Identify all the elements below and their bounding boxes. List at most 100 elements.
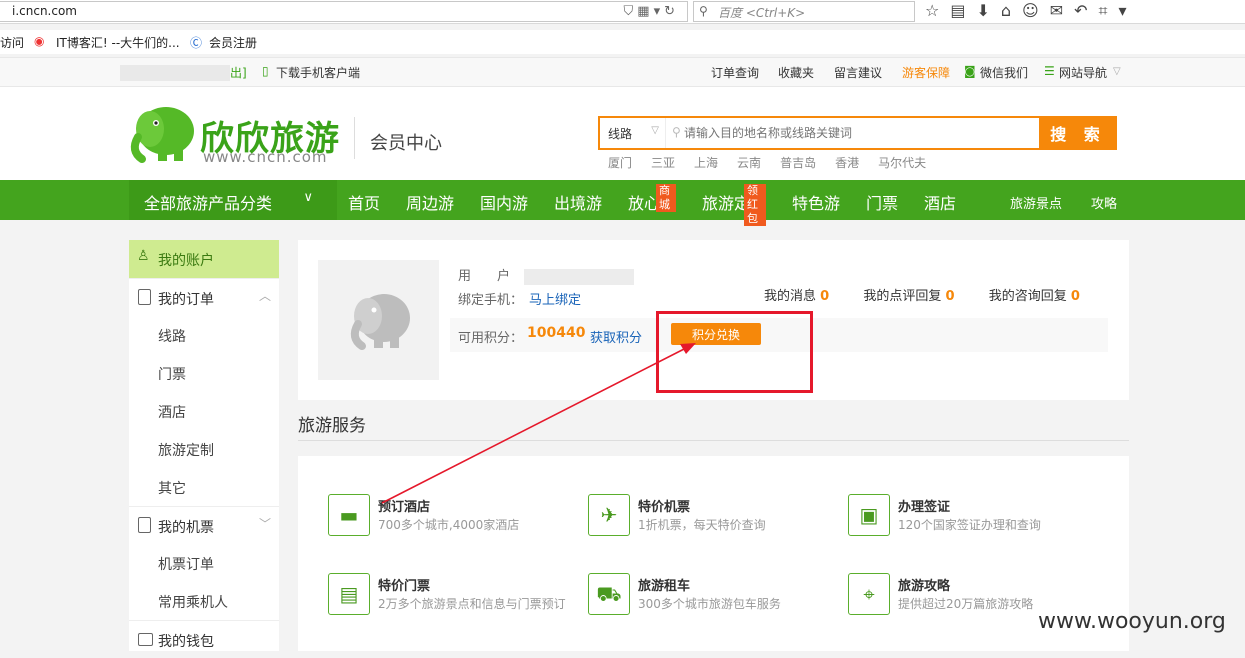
star-icon[interactable]: ☆ bbox=[925, 1, 950, 20]
logo-divider bbox=[354, 117, 355, 159]
my-messages-link[interactable]: 我的消息 0 bbox=[764, 289, 829, 304]
ticket-icon: ✈ bbox=[588, 494, 630, 536]
undo-icon[interactable]: ↶ bbox=[1074, 1, 1098, 20]
service-car[interactable]: ⛟ 旅游租车 300多个城市旅游包车服务 bbox=[588, 573, 828, 619]
dropdown-icon: ▾ bbox=[653, 4, 665, 19]
site-header: 欣欣旅游 www.cncn.com 会员中心 线路 ▽ ⚲ 搜 索 厦门三亚上海… bbox=[0, 87, 1245, 180]
watermark: www.wooyun.org bbox=[1038, 609, 1226, 634]
bookmark-item[interactable]: IT博客汇! --大牛们的... bbox=[56, 34, 180, 51]
messages-count: 0 bbox=[820, 289, 830, 304]
nav-item-hotel[interactable]: 酒店 bbox=[924, 190, 956, 214]
service-desc: 700多个城市,4000家酒店 bbox=[378, 518, 520, 532]
hot-city-link[interactable]: 上海 bbox=[694, 156, 718, 170]
download-icon[interactable]: ⬇ bbox=[976, 1, 1000, 20]
sidebar-item-flights[interactable]: 我的机票 ﹀ bbox=[129, 506, 279, 544]
address-bar[interactable]: i.cncn.com ⛉▦▾↻ bbox=[0, 1, 688, 22]
elephant-logo-icon[interactable] bbox=[128, 101, 198, 165]
download-app-link[interactable]: 下载手机客户端 bbox=[276, 64, 360, 81]
nav-item-nearby[interactable]: 周边游 bbox=[406, 190, 454, 214]
car-icon: ⛟ bbox=[588, 573, 630, 615]
clipboard-icon bbox=[138, 289, 151, 305]
sidebar-subitem-other[interactable]: 其它 bbox=[129, 468, 279, 506]
nav-category-dropdown[interactable]: 全部旅游产品分类 ∨ bbox=[129, 180, 337, 220]
browser-toolbar-icons: ☆▤⬇⌂☺✉↶⌗▾ bbox=[925, 1, 1138, 21]
my-review-replies-link[interactable]: 我的点评回复 0 bbox=[863, 289, 954, 304]
nav-item-attractions[interactable]: 旅游景点 bbox=[1010, 193, 1062, 212]
sidebar-item-label: 我的机票 bbox=[158, 520, 214, 536]
sidebar-subitem-route[interactable]: 线路 bbox=[129, 316, 279, 354]
smile-icon[interactable]: ☺ bbox=[1022, 1, 1050, 20]
home-icon[interactable]: ⌂ bbox=[1001, 1, 1022, 20]
list-icon: ☰ bbox=[1044, 64, 1055, 78]
logo-domain: www.cncn.com bbox=[203, 148, 328, 166]
service-flight[interactable]: ✈ 特价机票 1折机票，每天特价查询 bbox=[588, 494, 828, 540]
service-ticket[interactable]: ▤ 特价门票 2万多个旅游景点和信息与门票预订 bbox=[328, 573, 568, 619]
order-query-link[interactable]: 订单查询 bbox=[711, 64, 759, 81]
menu-icon[interactable]: ▾ bbox=[1119, 1, 1138, 20]
search-button[interactable]: 搜 索 bbox=[1039, 116, 1117, 150]
browser-toolbar: i.cncn.com ⛉▦▾↻ ⚲ 百度 <Ctrl+K> ☆▤⬇⌂☺✉↶⌗▾ bbox=[0, 0, 1245, 24]
search-input[interactable] bbox=[668, 118, 1038, 148]
user-icon: ♙ bbox=[137, 248, 150, 264]
sidebar-subitem-label: 门票 bbox=[158, 367, 186, 383]
service-hotel[interactable]: ▬ 预订酒店 700多个城市,4000家酒店 bbox=[328, 494, 568, 540]
elephant-avatar-icon bbox=[350, 294, 410, 350]
hot-city-link[interactable]: 云南 bbox=[737, 156, 761, 170]
sidebar-subitem-hotel[interactable]: 酒店 bbox=[129, 392, 279, 430]
get-points-link[interactable]: 获取积分 bbox=[590, 327, 642, 346]
feedback-link[interactable]: 留言建议 bbox=[834, 64, 882, 81]
nav-item-outbound[interactable]: 出境游 bbox=[554, 190, 602, 214]
browser-search-box[interactable]: ⚲ 百度 <Ctrl+K> bbox=[693, 1, 915, 22]
sidebar-item-account[interactable]: ♙ 我的账户 bbox=[129, 240, 279, 278]
phone-icon: ▯ bbox=[262, 64, 269, 78]
favorites-link[interactable]: 收藏夹 bbox=[778, 64, 814, 81]
search-type-select[interactable]: 线路 ▽ bbox=[600, 118, 666, 148]
bookmark-item[interactable]: 会员注册 bbox=[209, 34, 257, 51]
sidebar-subitem-ticket[interactable]: 门票 bbox=[129, 354, 279, 392]
service-desc: 1折机票，每天特价查询 bbox=[638, 518, 766, 532]
services-divider bbox=[298, 440, 1129, 441]
sidebar: ♙ 我的账户 我的订单 ︿ 线路 门票 酒店 旅游定制 其它 我的机票 ﹀ 机票… bbox=[129, 240, 279, 651]
chat-icon[interactable]: ✉ bbox=[1050, 1, 1074, 20]
bind-phone-link[interactable]: 马上绑定 bbox=[529, 293, 581, 308]
chevron-down-icon: ﹀ bbox=[258, 517, 271, 531]
site-nav-link[interactable]: 网站导航 bbox=[1059, 64, 1107, 81]
hot-city-link[interactable]: 三亚 bbox=[651, 156, 675, 170]
sidebar-item-label: 我的账户 bbox=[158, 253, 214, 269]
guarantee-link[interactable]: 游客保障 bbox=[902, 64, 950, 81]
logout-link[interactable]: 出] bbox=[230, 64, 247, 81]
clipboard-icon[interactable]: ▤ bbox=[950, 1, 976, 20]
wechat-link[interactable]: 微信我们 bbox=[980, 64, 1028, 81]
search-type-value: 线路 bbox=[608, 127, 633, 141]
nav-item-guides[interactable]: 攻略 bbox=[1091, 193, 1117, 212]
nav-item-home[interactable]: 首页 bbox=[348, 190, 380, 214]
hot-city-link[interactable]: 厦门 bbox=[608, 156, 632, 170]
service-desc: 120个国家签证办理和查询 bbox=[898, 518, 1041, 532]
service-visa[interactable]: ▣ 办理签证 120个国家签证办理和查询 bbox=[848, 494, 1088, 540]
my-consult-replies-link[interactable]: 我的咨询回复 0 bbox=[989, 289, 1080, 304]
bookmark-item[interactable]: 访问 bbox=[0, 34, 24, 51]
phone-row: 绑定手机： 马上绑定 bbox=[458, 289, 581, 308]
reload-icon[interactable]: ↻ bbox=[664, 4, 679, 19]
sidebar-item-orders[interactable]: 我的订单 ︿ bbox=[129, 278, 279, 316]
sidebar-item-wallet[interactable]: 我的钱包 bbox=[129, 620, 279, 658]
nav-item-assured[interactable]: 放心游 商城 bbox=[628, 184, 677, 214]
service-desc: 300多个城市旅游包车服务 bbox=[638, 597, 781, 611]
nav-item-tickets[interactable]: 门票 bbox=[866, 190, 898, 214]
nav-item-custom[interactable]: 旅游定制 领红包 bbox=[702, 184, 767, 226]
sidebar-subitem-custom[interactable]: 旅游定制 bbox=[129, 430, 279, 468]
sidebar-subitem-passengers[interactable]: 常用乘机人 bbox=[129, 582, 279, 620]
crop-icon[interactable]: ⌗ bbox=[1099, 1, 1119, 20]
chevron-down-icon: ▽ bbox=[1113, 66, 1121, 77]
hot-city-link[interactable]: 普吉岛 bbox=[780, 156, 816, 170]
sidebar-subitem-label: 线路 bbox=[158, 329, 186, 345]
hot-city-link[interactable]: 香港 bbox=[835, 156, 859, 170]
sidebar-subitem-flight-orders[interactable]: 机票订单 bbox=[129, 544, 279, 582]
nav-item-domestic[interactable]: 国内游 bbox=[480, 190, 528, 214]
sidebar-item-label: 我的订单 bbox=[158, 292, 214, 308]
page-title: 会员中心 bbox=[370, 133, 442, 154]
points-value: 100440 bbox=[527, 325, 586, 341]
hot-city-link[interactable]: 马尔代夫 bbox=[878, 156, 926, 170]
visa-icon: ▣ bbox=[848, 494, 890, 536]
nav-item-special[interactable]: 特色游 bbox=[792, 190, 840, 214]
